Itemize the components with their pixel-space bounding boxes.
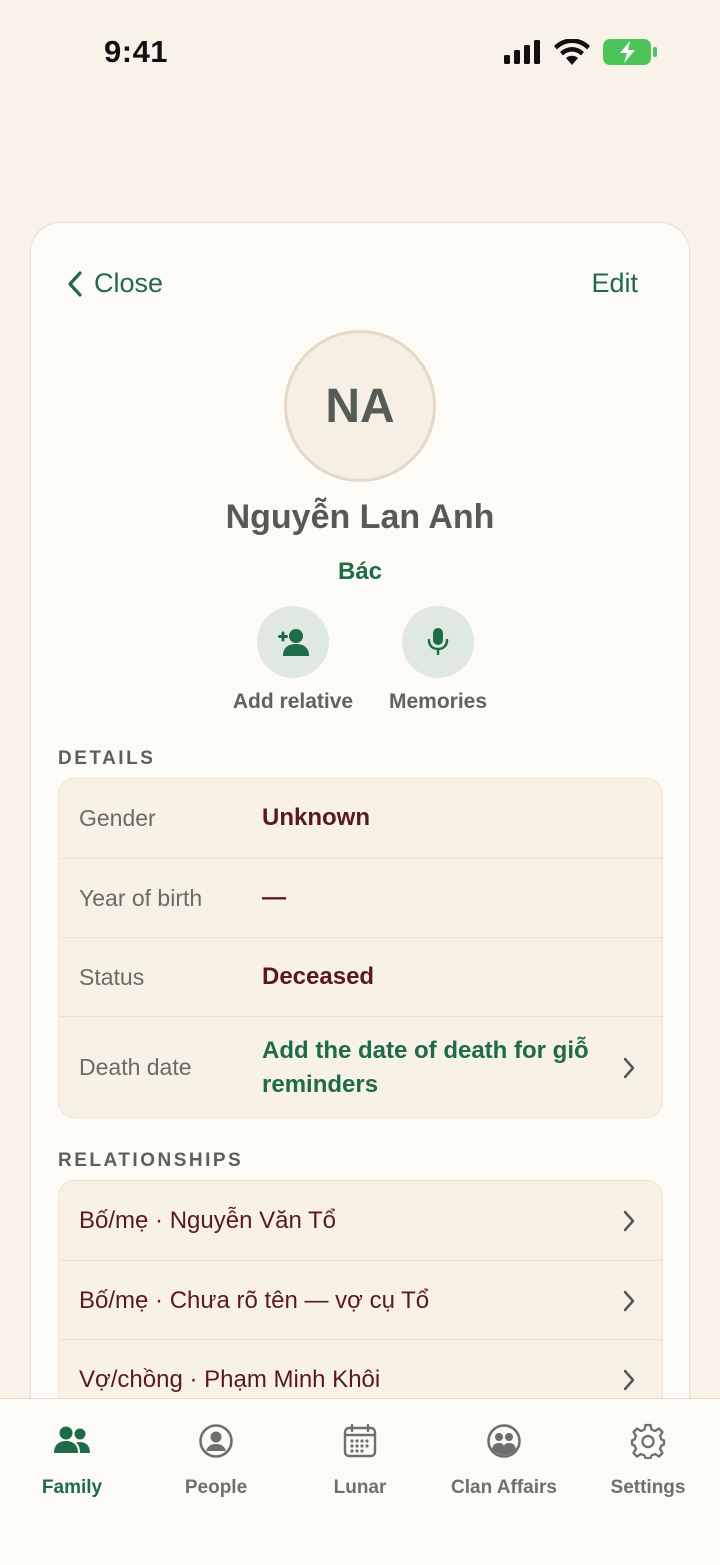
close-label: Close: [94, 268, 164, 298]
add-relative-circle: [257, 606, 329, 678]
relationship-label: Bố/mẹ · Chưa rõ tên — vợ cụ Tổ: [79, 1287, 430, 1314]
tab-clan-affairs[interactable]: Clan Affairs: [432, 1419, 576, 1499]
detail-value: Deceased: [262, 963, 375, 990]
details-section-title: DETAILS: [58, 748, 156, 769]
detail-value: —: [262, 884, 286, 911]
add-relative-button[interactable]: Add relative: [213, 606, 373, 714]
memories-label: Memories: [388, 690, 488, 713]
tab-family[interactable]: Family: [0, 1419, 144, 1499]
quick-actions: Add relative Memories: [0, 606, 720, 716]
details-list: Gender Unknown Year of birth — Status De…: [58, 778, 663, 1118]
person-role: Bác: [337, 558, 383, 585]
add-death-date-link[interactable]: Add the date of death for giỗ reminders: [262, 1034, 602, 1102]
person-circle-icon: [199, 1424, 233, 1458]
tab-bar: Family People Lunar Clan Affairs Setting…: [0, 1398, 720, 1565]
add-relative-label: Add relative: [232, 690, 354, 713]
detail-value: Unknown: [262, 804, 370, 831]
status-time: 9:41: [104, 34, 169, 69]
detail-row-gender: Gender Unknown: [59, 779, 662, 858]
tab-label: Lunar: [333, 1477, 387, 1498]
tab-people[interactable]: People: [144, 1419, 288, 1499]
tab-label: Family: [41, 1477, 103, 1498]
wifi-icon: [554, 39, 590, 65]
status-icons: [504, 38, 658, 66]
detail-row-death-date[interactable]: Death date Add the date of death for giỗ…: [59, 1016, 662, 1117]
detail-key: Gender: [79, 805, 156, 831]
sheet-header: Close Edit: [0, 268, 720, 308]
close-button[interactable]: Close: [66, 268, 163, 299]
detail-key: Year of birth: [79, 885, 203, 911]
signal-icon: [504, 40, 540, 64]
add-person-icon: [278, 629, 309, 656]
tab-settings[interactable]: Settings: [576, 1419, 720, 1499]
chevron-right-icon: [623, 1210, 635, 1232]
detail-row-year-of-birth: Year of birth —: [59, 858, 662, 937]
group-icon: [487, 1424, 521, 1458]
calendar-icon: [343, 1423, 377, 1458]
relationship-label: Bố/mẹ · Nguyễn Văn Tổ: [79, 1207, 337, 1234]
memories-button[interactable]: Memories: [358, 606, 518, 714]
detail-row-status: Status Deceased: [59, 937, 662, 1016]
relationships-section-title: RELATIONSHIPS: [58, 1150, 244, 1171]
relationship-row[interactable]: Bố/mẹ · Nguyễn Văn Tổ: [59, 1181, 662, 1260]
tab-label: Settings: [610, 1477, 686, 1498]
chevron-right-icon: [623, 1057, 635, 1079]
detail-key: Status: [79, 964, 145, 990]
relationship-label: Vợ/chồng · Phạm Minh Khôi: [79, 1366, 381, 1393]
battery-charging-icon: [603, 39, 657, 65]
memories-circle: [402, 606, 474, 678]
detail-key: Death date: [79, 1054, 192, 1080]
relationship-row[interactable]: Bố/mẹ · Chưa rõ tên — vợ cụ Tổ: [59, 1260, 662, 1339]
avatar: NA: [284, 330, 436, 482]
chevron-right-icon: [623, 1290, 635, 1312]
microphone-icon: [427, 628, 449, 655]
person-name: Nguyễn Lan Anh: [225, 498, 495, 536]
tab-lunar[interactable]: Lunar: [288, 1419, 432, 1499]
edit-button[interactable]: Edit: [591, 268, 638, 299]
tab-label: Clan Affairs: [451, 1477, 557, 1498]
chevron-right-icon: [623, 1369, 635, 1391]
chevron-left-icon: [68, 270, 82, 297]
tab-label: People: [184, 1477, 248, 1498]
gear-icon: [630, 1423, 666, 1459]
status-bar: 9:41: [0, 0, 720, 100]
family-icon: [54, 1426, 90, 1453]
